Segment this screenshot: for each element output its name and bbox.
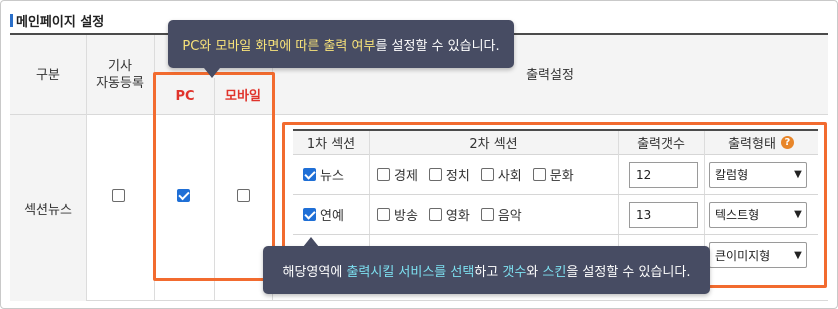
help-icon[interactable]: ? [780,136,794,149]
second-section-option[interactable]: 정치 [428,165,470,184]
second-section-checkbox[interactable] [480,168,494,181]
second-section-option[interactable]: 영화 [428,205,470,224]
tooltip-arrow [204,68,220,78]
inner-header-second-section: 2차 섹션 [369,131,618,155]
output-type-select[interactable]: 칼럼형 ▼ [709,161,807,188]
pc-checkbox[interactable] [177,189,190,202]
row-label-section-news: 섹션뉴스 [10,115,86,301]
output-type-select[interactable]: 큰이미지형 ▼ [709,242,807,268]
output-count-input[interactable]: 13 [629,201,698,228]
panel-title-text: 메인페이지 설정 [16,15,105,30]
second-section-label: 정치 [445,169,470,184]
second-section-label: 방송 [394,209,418,224]
second-section-checkbox[interactable] [428,208,442,221]
auto-article-checkbox[interactable] [112,189,125,202]
header-auto-article: 기사 자동등록 [96,59,144,91]
inner-header-output-type-label: 출력형태 [728,137,776,152]
first-section-cell: 뉴스 [303,155,355,194]
second-section-label: 경제 [394,169,418,184]
second-section-option[interactable]: 경제 [377,165,418,184]
first-section-news-option[interactable]: 뉴스 [303,165,344,184]
tooltip-text: 해당영역에 출력시킬 서비스를 선택하고 갯수와 스킨을 설정할 수 있습니다. [283,261,691,280]
inner-header-first-section: 1차 섹션 [293,131,369,155]
tooltip-highlight: 스킨 [542,264,567,280]
output-type-value: 텍스트형 [715,208,760,222]
tooltip-output-visibility: PC와 모바일 화면에 따른 출력 여부를 설정할 수 있습니다. [168,20,514,68]
output-type-cell: 칼럼형 ▼ [709,155,807,194]
output-count-input[interactable]: 12 [629,161,698,188]
second-section-cell: 방송 영화 음악 [377,195,533,234]
first-section-entertainment-checkbox[interactable] [303,208,316,221]
output-type-value: 칼럼형 [715,168,749,182]
second-section-label: 문화 [549,169,574,184]
output-type-cell: 큰이미지형 ▼ [709,235,807,275]
tooltip-highlight: 출력 여부 [323,38,376,54]
second-section-label: 영화 [445,209,470,224]
output-count-cell: 13 [629,195,698,234]
chevron-down-icon: ▼ [794,209,802,220]
inner-header-output-count: 출력갯수 [618,131,704,155]
title-accent-bar [10,14,13,27]
second-section-label: 음악 [497,209,522,224]
header-mobile: 모바일 [225,88,261,104]
chevron-down-icon: ▼ [794,169,802,180]
first-section-news-checkbox[interactable] [303,168,316,181]
first-section-news-label: 뉴스 [320,169,344,184]
output-type-select[interactable]: 텍스트형 ▼ [709,201,807,228]
second-section-option[interactable]: 음악 [480,205,522,224]
tooltip-text-part: 와 [526,264,543,280]
second-section-checkbox[interactable] [428,168,442,181]
first-section-cell: 연예 [303,195,355,234]
tooltip-text-part: 를 설정할 수 있습니다. [375,38,500,54]
tooltip-service-selection: 해당영역에 출력시킬 서비스를 선택하고 갯수와 스킨을 설정할 수 있습니다. [263,246,710,294]
second-section-cell: 경제 정치 사회 문화 [377,155,585,194]
tooltip-text-part: 하고 [474,264,503,280]
mobile-checkbox[interactable] [237,189,250,202]
header-category: 구분 [36,67,60,83]
table-row: 뉴스 경제 정치 사회 문화 12 칼럼형 ▼ [293,155,818,195]
inner-header-output-type: 출력형태 ? [704,131,818,155]
second-section-option[interactable]: 사회 [480,165,522,184]
second-section-option[interactable]: 방송 [377,205,418,224]
output-type-cell: 텍스트형 ▼ [709,195,807,234]
output-count-cell: 12 [629,155,698,194]
panel-title: 메인페이지 설정 [10,11,104,30]
second-section-option[interactable]: 문화 [532,165,574,184]
output-type-value: 큰이미지형 [715,248,771,263]
tooltip-highlight: 갯수 [502,264,527,280]
first-section-entertainment-option[interactable]: 연예 [303,205,344,224]
second-section-checkbox[interactable] [377,168,390,181]
second-section-label: 사회 [497,169,522,184]
tooltip-highlight: 출력시킬 서비스를 선택 [346,264,475,280]
tooltip-text-part: PC와 모바일 화면에 따른 [182,38,324,54]
second-section-checkbox[interactable] [532,168,546,181]
second-section-checkbox[interactable] [377,208,390,221]
tooltip-text-part: 해당영역에 [282,264,347,280]
first-section-entertainment-label: 연예 [320,209,344,224]
tooltip-text: PC와 모바일 화면에 따른 출력 여부를 설정할 수 있습니다. [182,35,499,54]
second-section-checkbox[interactable] [480,208,494,221]
chevron-down-icon: ▼ [794,249,802,261]
header-pc: PC [175,88,195,104]
tooltip-text-part: 을 설정할 수 있습니다. [566,264,691,280]
table-row: 연예 방송 영화 음악 13 텍스트형 ▼ [293,195,818,235]
